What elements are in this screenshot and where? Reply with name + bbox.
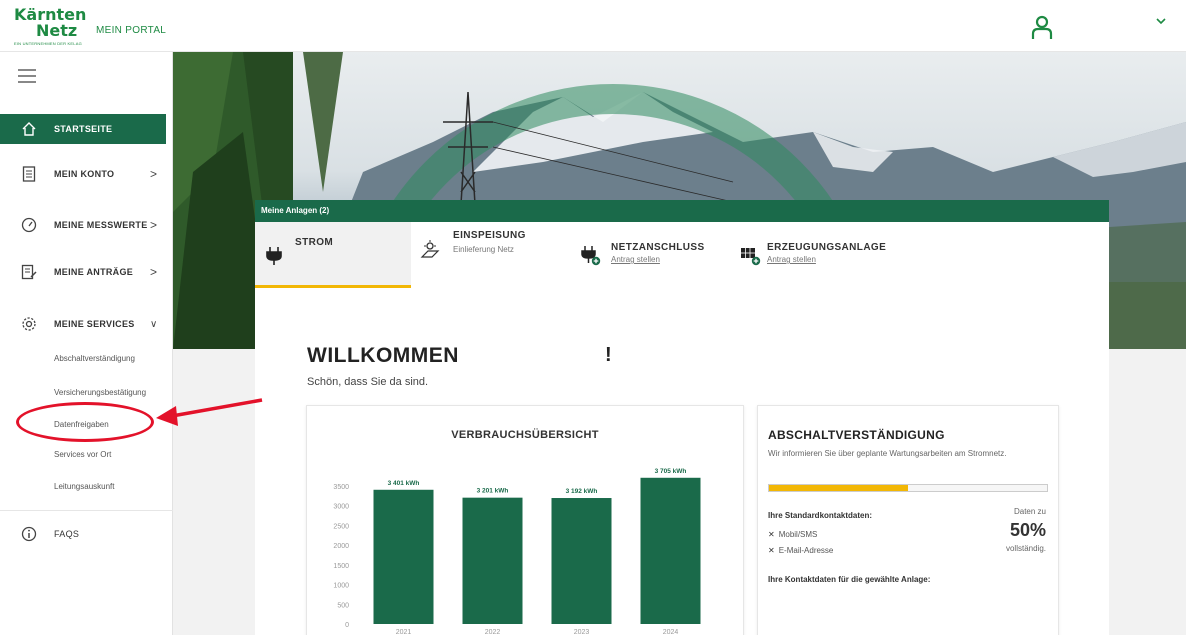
x-icon: ✕ [768, 530, 775, 539]
chevron-down-icon: ∨ [150, 318, 158, 330]
solar-plus-icon [741, 248, 761, 266]
x-icon: ✕ [768, 546, 775, 555]
sidebar-subitem-leitungsauskunft[interactable]: Leitungsauskunft [54, 482, 115, 491]
usage-bar-chart: 0 500 1000 1500 2000 2500 3000 3500 3 401 kWh 202… [333, 468, 701, 635]
plug-icon [266, 247, 282, 265]
x-tick-label: 2022 [485, 629, 501, 635]
dashboard-content: WILLKOMMEN ! Schön, dass Sie da sind. VE… [255, 288, 1109, 635]
bar-data-label: 3 201 kWh [477, 488, 509, 495]
home-icon [20, 120, 38, 138]
bar-data-label: 3 705 kWh [655, 468, 687, 475]
gauge-icon [20, 216, 38, 234]
tab-title: ERZEUGUNGSANLAGE [767, 242, 887, 253]
solar-icon [420, 240, 440, 258]
sidebar-divider [0, 510, 173, 511]
bar-data-label: 3 401 kWh [388, 480, 420, 487]
sidebar-item-faqs[interactable]: FAQS [0, 519, 173, 549]
gear-icon [20, 315, 38, 333]
sidebar-item-label: MEINE MESSWERTE [54, 220, 148, 230]
brand-logo[interactable]: Kärnten Netz EIN UNTERNEHMEN DER KELAG [14, 7, 90, 47]
highlight-circle [16, 402, 154, 442]
info-icon [20, 525, 38, 543]
x-tick-label: 2024 [663, 629, 679, 635]
usage-overview-card: VERBRAUCHSÜBERSICHT 0 500 1000 1500 2000 2500… [306, 405, 744, 635]
welcome-greeting: Schön, dass Sie da sind. [307, 376, 429, 388]
welcome-exclamation: ! [605, 344, 612, 366]
tab-subtitle-link[interactable]: Antrag stellen [611, 255, 660, 264]
completeness-post: vollständig. [1005, 544, 1046, 553]
arrow-annotation [156, 398, 263, 426]
chevron-down-icon[interactable] [1155, 16, 1167, 26]
x-tick-label: 2023 [574, 629, 590, 635]
y-tick-label: 1500 [333, 563, 349, 570]
sidebar-item-label: FAQS [54, 529, 80, 539]
abschalt-card: ABSCHALTVERSTÄNDIGUNG Wir informieren Si… [757, 405, 1059, 635]
brand-line2: Netz [36, 21, 78, 40]
tab-strom[interactable]: STROM [255, 222, 411, 288]
sidebar-subitem-abschaltverstaendigung[interactable]: Abschaltverständigung [54, 354, 135, 363]
brand-tagline: EIN UNTERNEHMEN DER KELAG [14, 41, 82, 46]
tab-erzeugungsanlage[interactable]: ERZEUGUNGSANLAGE Antrag stellen [735, 222, 935, 288]
abschalt-title: ABSCHALTVERSTÄNDIGUNG [768, 428, 945, 442]
sidebar-item-mein-konto[interactable]: MEIN KONTO > [0, 159, 173, 189]
sidebar-item-label: MEINE SERVICES [54, 319, 135, 329]
sidebar-item-startseite[interactable]: STARTSEITE [0, 114, 166, 144]
standard-contact-label: Ihre Standardkontaktdaten: [768, 511, 873, 520]
y-tick-label: 3000 [333, 504, 349, 511]
sidebar-subitem-versicherungsbestaetigung[interactable]: Versicherungsbestätigung [54, 388, 146, 397]
usage-bar[interactable] [373, 489, 434, 624]
portal-label[interactable]: MEIN PORTAL [96, 25, 166, 36]
abschalt-description: Wir informieren Sie über geplante Wartun… [768, 449, 1007, 458]
y-tick-label: 500 [337, 602, 349, 609]
tab-einspeisung[interactable]: EINSPEISUNG Einlieferung Netz [415, 222, 565, 288]
usage-bar[interactable] [551, 498, 612, 624]
completeness-value: 50% [1009, 520, 1046, 540]
sidebar-item-label: MEIN KONTO [54, 169, 115, 179]
sidebar-item-label: MEINE ANTRÄGE [54, 267, 134, 277]
document-icon [20, 165, 38, 183]
y-tick-label: 3500 [333, 484, 349, 491]
y-tick-label: 1000 [333, 583, 349, 590]
x-tick-label: 2021 [396, 629, 412, 635]
completeness-progress-bar [768, 484, 1048, 492]
tab-subtitle: Einlieferung Netz [453, 245, 514, 254]
plant-tabs: STROM EINSPEISUNG Einlieferung Netz NETZ… [255, 222, 1109, 288]
usage-bar[interactable] [640, 477, 701, 624]
sidebar-item-meine-antraege[interactable]: MEINE ANTRÄGE > [0, 257, 173, 287]
top-bar: Kärnten Netz EIN UNTERNEHMEN DER KELAG M… [0, 0, 1186, 52]
contact-email: ✕ E-Mail-Adresse [768, 546, 834, 555]
menu-icon[interactable] [18, 69, 36, 83]
sidebar-item-meine-messwerte[interactable]: MEINE MESSWERTE > [0, 210, 173, 240]
chevron-right-icon: > [150, 218, 158, 232]
progress-fill [769, 485, 908, 491]
plug-plus-icon [581, 246, 601, 266]
usage-bar[interactable] [462, 497, 523, 624]
sidebar-item-meine-services[interactable]: MEINE SERVICES ∨ [0, 309, 173, 339]
my-plants-header: Meine Anlagen (2) [255, 200, 1109, 222]
sidebar: STARTSEITE MEIN KONTO > MEINE MESSWERTE … [0, 52, 173, 635]
completeness-pre: Daten zu [1013, 507, 1046, 516]
tab-title: NETZANSCHLUSS [611, 242, 705, 253]
bar-data-label: 3 192 kWh [566, 488, 598, 495]
chevron-right-icon: > [150, 265, 158, 279]
y-tick-label: 2000 [333, 543, 349, 550]
tab-title: STROM [295, 237, 334, 248]
y-tick-label: 2500 [333, 523, 349, 530]
tab-title: EINSPEISUNG [453, 230, 526, 241]
user-icon[interactable] [1031, 14, 1053, 40]
tab-netzanschluss[interactable]: NETZANSCHLUSS Antrag stellen [575, 222, 735, 288]
welcome-title: WILLKOMMEN [307, 344, 459, 367]
contact-mobile: ✕ Mobil/SMS [768, 530, 818, 539]
y-tick-label: 0 [345, 622, 349, 629]
chevron-right-icon: > [150, 167, 158, 181]
my-plants-title: Meine Anlagen (2) [261, 206, 330, 215]
plant-contact-label: Ihre Kontaktdaten für die gewählte Anlag… [768, 575, 931, 584]
sidebar-item-label: STARTSEITE [54, 124, 113, 134]
tab-subtitle-link[interactable]: Antrag stellen [767, 255, 816, 264]
form-icon [20, 263, 38, 281]
sidebar-subitem-services-vor-ort[interactable]: Services vor Ort [54, 450, 111, 459]
